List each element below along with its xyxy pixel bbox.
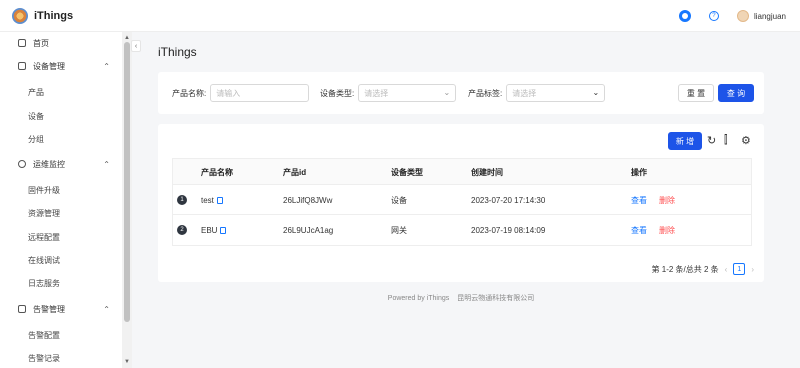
- scroll-up-icon[interactable]: ▲: [124, 35, 130, 41]
- main-content: iThings 产品名称: 请输入 设备类型: 请选择 ⌄ 产品标签: 请选择 …: [142, 32, 800, 368]
- sidebar-group-alarm-management[interactable]: 告警管理 ⌃: [0, 300, 122, 318]
- logo-icon: [12, 7, 28, 24]
- product-id: 26LJifQ8JWw: [283, 195, 333, 205]
- header-actions: ? liangjuan: [678, 0, 786, 32]
- view-link[interactable]: 查看: [631, 185, 647, 215]
- sidebar-item-firmware[interactable]: 固件升级: [28, 183, 60, 197]
- pagination: 第 1-2 条/总共 2 条 ‹ 1 ›: [652, 263, 754, 275]
- row-index: 1: [177, 195, 187, 205]
- search-form: 产品名称: 请输入 设备类型: 请选择 ⌄ 产品标签: 请选择 ⌄ 重 置 查 …: [158, 72, 764, 114]
- chevron-up-icon: ⌃: [103, 304, 110, 314]
- copy-icon[interactable]: [220, 226, 227, 234]
- alarm-icon: [18, 305, 26, 313]
- sidebar-item-online-debug[interactable]: 在线调试: [28, 253, 60, 267]
- sidebar-item-home[interactable]: 首页: [0, 34, 122, 52]
- pagination-summary: 第 1-2 条/总共 2 条: [651, 264, 719, 274]
- reset-button[interactable]: 重 置: [678, 84, 714, 102]
- top-bar: iThings ? liangjuan: [0, 0, 800, 32]
- sidebar-item-group[interactable]: 分组: [28, 132, 44, 146]
- sidebar-item-log-service[interactable]: 日志服务: [28, 276, 60, 290]
- table-row: 2 EBU 26L9UJcA1ag 网关 2023-07-19 08:14:09…: [173, 215, 751, 245]
- footer-company: 昆明云物通科技有限公司: [457, 295, 535, 302]
- sidebar-scrollbar[interactable]: ▲ ▼: [122, 32, 132, 368]
- table-row: 1 test 26LJifQ8JWw 设备 2023-07-20 17:14:3…: [173, 185, 751, 215]
- product-name: EBU: [201, 225, 218, 235]
- add-button[interactable]: 新 增: [668, 132, 702, 150]
- sidebar: 首页 设备管理 ⌃ 产品 设备 分组 运维监控 ⌃ 固件升级 资源管理 远程配置…: [0, 32, 132, 368]
- chevron-up-icon: ⌃: [103, 159, 110, 169]
- help-icon[interactable]: ?: [708, 11, 719, 21]
- sidebar-item-product[interactable]: 产品: [28, 85, 44, 99]
- user-menu[interactable]: liangjuan: [736, 10, 786, 22]
- sidebar-item-alarm-records[interactable]: 告警记录: [28, 351, 60, 365]
- sidebar-item-alarm-config[interactable]: 告警配置: [28, 328, 60, 342]
- collapse-sidebar-button[interactable]: ‹: [131, 40, 141, 52]
- product-tag-field: 产品标签: 请选择 ⌄: [468, 84, 606, 102]
- username: liangjuan: [753, 11, 786, 21]
- table-header: 产品名称 产品id 设备类型 创建时间 操作: [173, 159, 751, 185]
- product-name-input[interactable]: 请输入: [210, 84, 310, 102]
- prev-page-icon[interactable]: ‹: [725, 265, 728, 274]
- product-name: test: [201, 195, 214, 205]
- device-icon: [18, 62, 26, 70]
- logo[interactable]: iThings: [12, 7, 74, 24]
- footer: Powered by iThings 昆明云物通科技有限公司: [158, 293, 764, 303]
- github-icon[interactable]: [678, 10, 691, 22]
- product-tag-select[interactable]: 请选择 ⌄: [506, 84, 606, 102]
- created-time: 2023-07-20 17:14:30: [471, 195, 546, 205]
- product-id: 26L9UJcA1ag: [283, 225, 334, 235]
- sidebar-item-device[interactable]: 设备: [28, 109, 44, 123]
- scrollbar-thumb[interactable]: [124, 42, 130, 322]
- sidebar-group-device-management[interactable]: 设备管理 ⌃: [0, 57, 122, 75]
- device-type: 网关: [391, 225, 407, 235]
- device-type-select[interactable]: 请选择 ⌄: [358, 84, 457, 102]
- chevron-down-icon: ⌄: [443, 88, 451, 97]
- copy-icon[interactable]: [216, 196, 223, 204]
- sidebar-group-ops-monitoring[interactable]: 运维监控 ⌃: [0, 155, 122, 173]
- product-table-card: 新 增 ↻ ⫿ ⚙ 产品名称 产品id 设备类型 创建时间 操作 1 test …: [158, 124, 764, 282]
- column-height-icon[interactable]: ⫿: [724, 134, 728, 147]
- app-name: iThings: [34, 9, 74, 22]
- settings-icon[interactable]: ⚙: [741, 134, 751, 147]
- view-link[interactable]: 查看: [631, 215, 647, 245]
- monitor-icon: [18, 160, 26, 168]
- avatar: [736, 10, 749, 22]
- page-title: iThings: [158, 45, 197, 59]
- column-header: 创建时间: [471, 167, 503, 177]
- chevron-up-icon: ⌃: [103, 61, 110, 71]
- chevron-down-icon: ⌄: [592, 88, 600, 97]
- column-header: 产品id: [283, 167, 307, 177]
- sidebar-item-remote-config[interactable]: 远程配置: [28, 230, 60, 244]
- created-time: 2023-07-19 08:14:09: [471, 225, 546, 235]
- column-header: 操作: [631, 167, 647, 177]
- next-page-icon[interactable]: ›: [751, 265, 754, 274]
- product-name-field: 产品名称: 请输入: [172, 84, 310, 102]
- column-header: 设备类型: [391, 167, 423, 177]
- query-button[interactable]: 查 询: [718, 84, 754, 102]
- delete-link[interactable]: 删除: [659, 185, 675, 215]
- refresh-icon[interactable]: ↻: [707, 134, 716, 147]
- sidebar-item-resources[interactable]: 资源管理: [28, 206, 60, 220]
- home-icon: [18, 39, 26, 47]
- column-header: 产品名称: [201, 167, 233, 177]
- scroll-down-icon[interactable]: ▼: [124, 359, 130, 365]
- chevron-left-icon: ‹: [134, 42, 138, 50]
- product-table: 产品名称 产品id 设备类型 创建时间 操作 1 test 26LJifQ8JW…: [172, 158, 752, 246]
- device-type-field: 设备类型: 请选择 ⌄: [320, 84, 457, 102]
- row-index: 2: [177, 225, 187, 235]
- device-type: 设备: [391, 195, 407, 205]
- footer-powered: Powered by iThings: [387, 295, 450, 302]
- page-number[interactable]: 1: [733, 263, 746, 275]
- delete-link[interactable]: 删除: [659, 215, 675, 245]
